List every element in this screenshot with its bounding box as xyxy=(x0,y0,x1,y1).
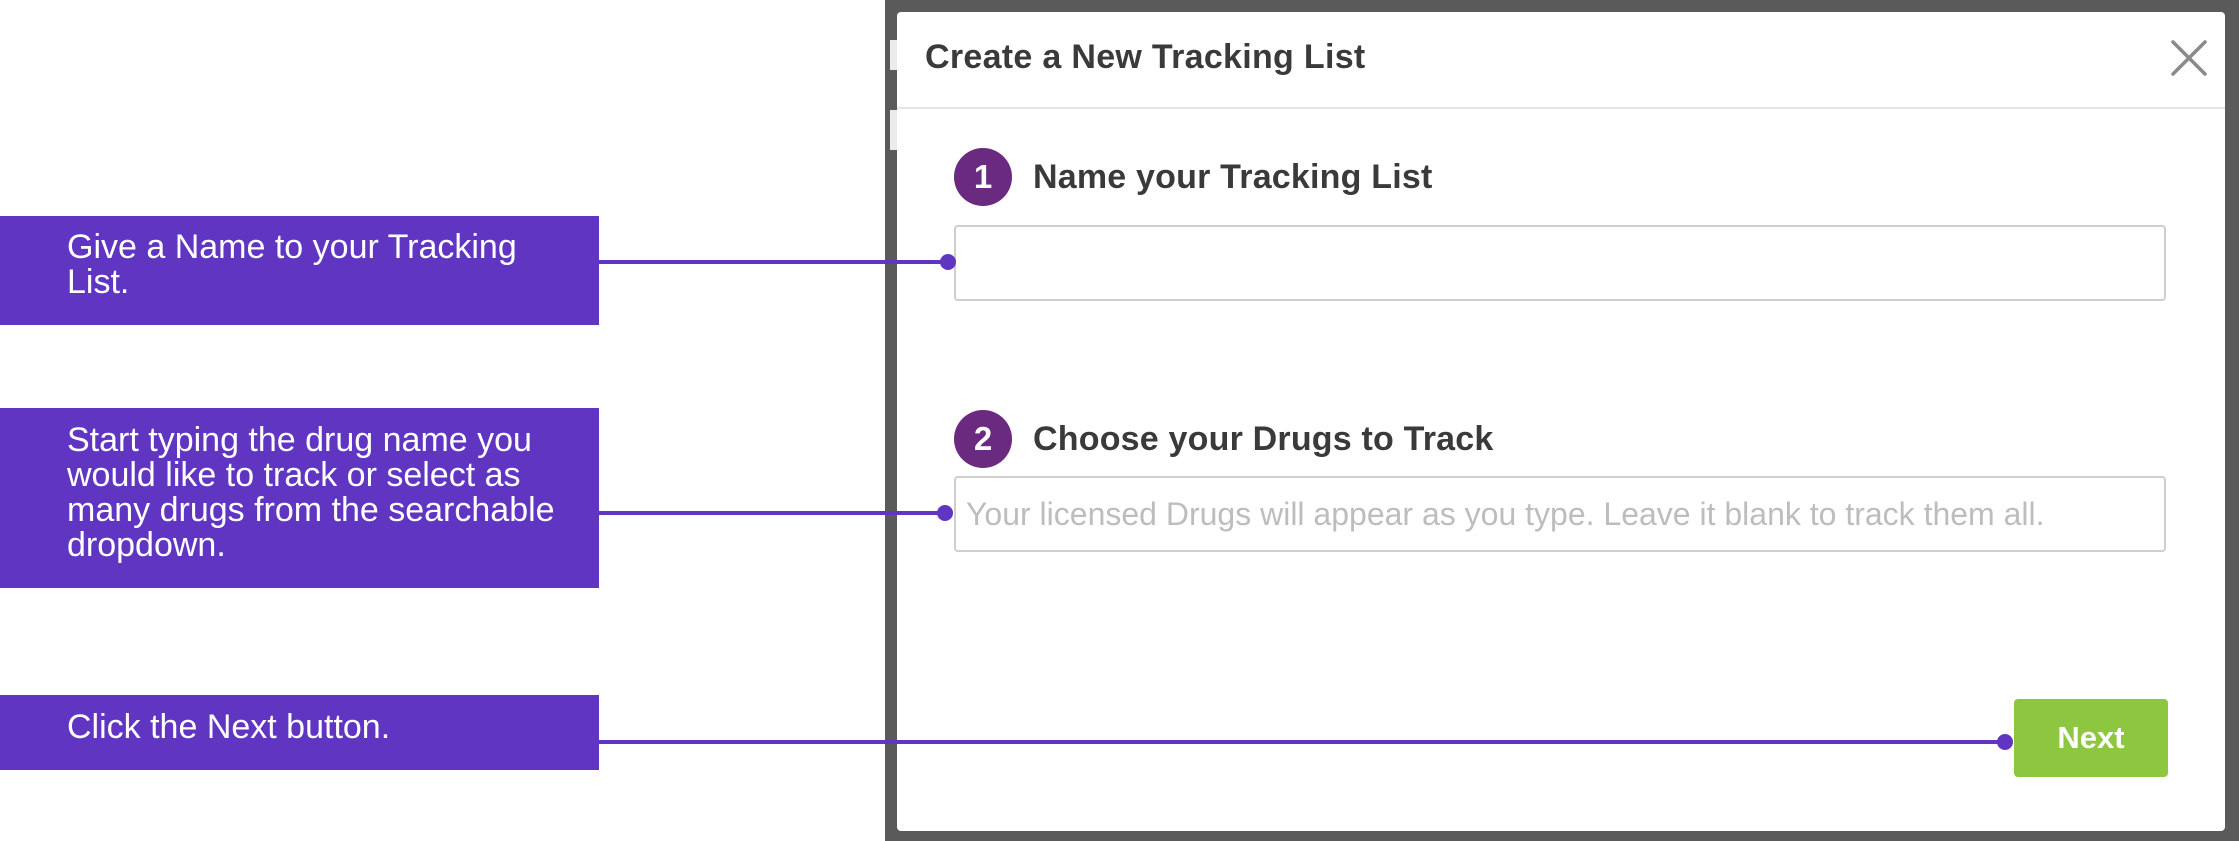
step-label: Name your Tracking List xyxy=(1033,157,1433,196)
step-choose-drugs: 2 Choose your Drugs to Track xyxy=(954,410,1494,468)
next-button[interactable]: Next xyxy=(2014,699,2168,777)
step-label: Choose your Drugs to Track xyxy=(1033,419,1494,458)
callout-choose-drugs-text: Start typing the drug name you would lik… xyxy=(67,421,555,564)
dialog-title: Create a New Tracking List xyxy=(925,38,1366,76)
callout-name-list: Give a Name to your Tracking List. xyxy=(0,216,599,325)
drug-search-input[interactable] xyxy=(954,476,2166,552)
callout-next-button-text: Click the Next button. xyxy=(67,708,391,746)
step-name-list: 1 Name your Tracking List xyxy=(954,148,1433,206)
close-button[interactable] xyxy=(2167,36,2211,80)
dialog-header: Create a New Tracking List xyxy=(897,12,2225,109)
callout-name-list-text: Give a Name to your Tracking List. xyxy=(67,228,517,301)
tracking-list-name-input[interactable] xyxy=(954,225,2166,301)
callout-choose-drugs: Start typing the drug name you would lik… xyxy=(0,408,599,588)
close-icon xyxy=(2171,40,2207,76)
callout-next-button: Click the Next button. xyxy=(0,695,599,770)
step-number-badge: 2 xyxy=(954,410,1012,468)
create-tracking-list-dialog: Create a New Tracking List 1 Name your T… xyxy=(897,12,2225,831)
step-number-badge: 1 xyxy=(954,148,1012,206)
